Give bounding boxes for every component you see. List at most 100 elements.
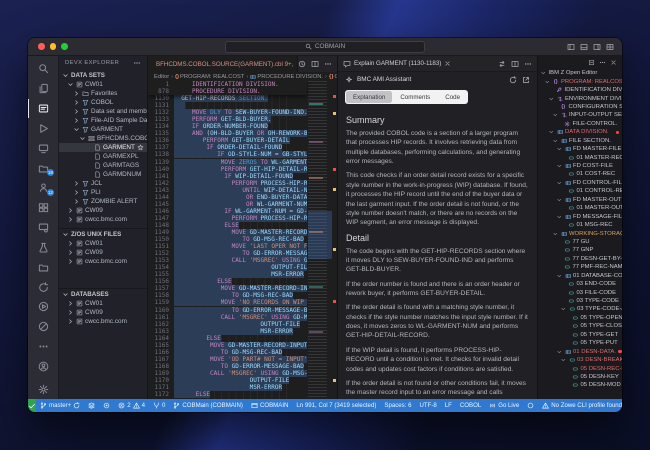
outline-item-03-end-code[interactable]: 03 END-CODE (538, 280, 622, 288)
activity-settings[interactable] (28, 379, 58, 399)
assistant-tab-title[interactable]: Explain GARMENT (1130-1183) (354, 60, 441, 67)
more-actions-icon[interactable] (133, 59, 141, 67)
breadcrumb-item[interactable]: Editor (154, 74, 169, 80)
outline-item-file-section-[interactable]: FILE SECTION. (538, 137, 622, 145)
line-number[interactable]: 1171 (148, 384, 174, 391)
code-line[interactable]: 1147PERFORM PROCESS-HIP-RECORD (148, 215, 307, 222)
line-number[interactable]: 1141 (148, 173, 174, 180)
minimap[interactable] (308, 81, 332, 399)
breadcrumb-item[interactable]: {}GET-HIP-RECORDS (329, 74, 337, 80)
split-editor-icon[interactable] (511, 60, 519, 68)
outline-item-program-realcost[interactable]: ()PROGRAM: REALCOST (538, 77, 622, 85)
line-number[interactable]: 1130 (148, 95, 174, 102)
status-indicator-layers[interactable] (88, 402, 95, 409)
activity-run-tasks[interactable] (28, 297, 58, 317)
outline-item-input-output-section-[interactable]: INPUT-OUTPUT SECTION. (538, 111, 622, 119)
line-number[interactable]: 1163 (148, 328, 174, 335)
activity-devx-explorer[interactable] (28, 99, 58, 119)
open-external-icon[interactable] (522, 76, 530, 84)
code-line[interactable]: 1146IF WL-GARMENT-NUM = GD-LAST-GARMENT (148, 208, 307, 215)
line-number[interactable]: 1159 (148, 299, 174, 306)
line-number[interactable]: 1165 (148, 342, 174, 349)
code-line[interactable]: 1155MSR-ERROR (148, 271, 307, 278)
code-line[interactable]: 1158TO GD-MSG-REC-BAD (148, 292, 307, 299)
tree-item-cwcc-bmc-com[interactable]: cwcc.bmc.com (59, 317, 147, 326)
code-line[interactable]: 1159MOVE 'NO RECORDS ON WIP SEGMENT' (148, 299, 307, 306)
compare-icon[interactable] (498, 60, 506, 68)
line-number[interactable]: 1149 (148, 229, 174, 236)
status-zowe-warning[interactable]: No Zowe CLI profile found. (542, 402, 622, 409)
line-number[interactable]: 878 (148, 88, 174, 95)
line-number[interactable]: 1157 (148, 285, 174, 292)
outline-item-05-desn-key[interactable]: 05 DESN-KEY (538, 373, 622, 381)
code-line[interactable]: 1171MSR-ERROR (148, 384, 307, 391)
status-cursor-position[interactable]: Ln 991, Col 7 (3419 selected) (296, 402, 376, 409)
close-button[interactable] (38, 43, 45, 50)
line-number[interactable]: 1144 (148, 194, 174, 201)
tree-item-zombie-alert[interactable]: ZOMBIE ALERT (59, 197, 147, 206)
window-controls[interactable] (38, 43, 68, 50)
outline-item-03-type-code[interactable]: 03 TYPE-CODE (538, 297, 622, 305)
code-line[interactable]: 1162OUTPUT-FILE (148, 321, 307, 328)
line-number[interactable]: 1 (148, 81, 174, 88)
outline-item-01-control-rec[interactable]: 01 CONTROL-REC (538, 187, 622, 195)
activity-search[interactable] (28, 59, 58, 79)
pane-title[interactable]: DATABASES (59, 289, 147, 299)
minimize-button[interactable] (50, 43, 57, 50)
activity-extensions[interactable] (28, 198, 58, 218)
status-session[interactable]: COBMAIN (251, 402, 288, 409)
code-line[interactable]: 1144OR END-BUYER-DATA-BASE (148, 194, 307, 201)
command-center-search[interactable]: COBMAIN (225, 41, 425, 53)
activity-run-debug[interactable] (28, 118, 58, 138)
layout-right-icon[interactable] (593, 43, 601, 51)
code-line[interactable]: 1161CALL 'MSGREC' USING GD-MSG-REC-BAD (148, 314, 307, 321)
status-indicator-target[interactable] (103, 402, 110, 409)
outline-item-05-type-get[interactable]: 05 TYPE-GET (538, 331, 622, 339)
line-number[interactable]: 1140 (148, 166, 174, 173)
close-icon[interactable] (610, 59, 617, 66)
code-line[interactable]: 1167MOVE 'OD PART# NOT = INPUT' (148, 356, 307, 363)
code-line[interactable]: 1172ELSE (148, 391, 307, 398)
line-number[interactable]: 1167 (148, 356, 174, 363)
tree-item-garmexpl[interactable]: GARMEXPL (59, 152, 147, 161)
activity-testing[interactable] (28, 237, 58, 257)
more-actions-icon[interactable] (599, 59, 606, 66)
outline-item-fd-message-file[interactable]: FD MESSAGE-FILE (538, 212, 622, 220)
code-line[interactable]: 1133PERFORM GET-BLD-BUYER. (148, 116, 307, 123)
code-line[interactable]: 1170OUTPUT-FILE (148, 377, 307, 384)
remote-indicator[interactable] (28, 399, 36, 412)
outline-item-05-type-open[interactable]: 05 TYPE-OPEN (538, 314, 622, 322)
code-line[interactable]: 1135AND (OH-BLD-BUYER OR OH-REWORK-BUYER… (148, 130, 307, 137)
outline-item-configuration-section-[interactable]: ()CONFIGURATION SECTION. (538, 103, 622, 111)
layout-panel-icon[interactable] (580, 43, 588, 51)
assistant-tab-code[interactable]: Code (438, 91, 467, 103)
code-line[interactable]: 1148ELSE (148, 222, 307, 229)
activity-explorer[interactable] (28, 79, 58, 99)
line-number[interactable]: 1160 (148, 307, 174, 314)
line-number[interactable]: 1153 (148, 257, 174, 264)
outline-item-77-gnp[interactable]: 77 GNP (538, 246, 622, 254)
outline-item-01-cost-rec[interactable]: 01 COST-REC (538, 170, 622, 178)
tree-item-garmdnum[interactable]: GARMDNUM (59, 170, 147, 179)
line-number[interactable]: 1131 (148, 102, 174, 109)
code-line[interactable]: 1132MOVE DLY TO SEW-BUYER-FOUND-IND. (148, 109, 307, 116)
line-number[interactable]: 1162 (148, 321, 174, 328)
close-icon[interactable] (444, 60, 451, 67)
outline-item-working-storage-sec-[interactable]: WORKING-STORAGE SEC... (538, 229, 622, 237)
layout-custom-icon[interactable] (606, 43, 614, 51)
tree-item-data-set-and-member[interactable]: Data set and member (59, 107, 147, 116)
code-line[interactable]: 1157MOVE GD-MASTER-RECORD-INPUT (148, 285, 307, 292)
line-number[interactable]: 1166 (148, 349, 174, 356)
outline-item-03-desn-breakdown-[interactable]: 03 DESN-BREAKDOWN. (538, 356, 622, 364)
line-number[interactable]: 1152 (148, 250, 174, 257)
activity-account[interactable] (28, 356, 58, 376)
assistant-tab-explanation[interactable]: Explanation (346, 91, 392, 103)
tree-item-cwcc-bmc-com[interactable]: cwcc.bmc.com (59, 215, 147, 224)
code-line[interactable]: 1168TO GD-ERROR-MESSAGE-BAD (148, 363, 307, 370)
code-line[interactable]: 1151MOVE 'LAST OPER NOT FOUND' (148, 243, 307, 250)
line-number[interactable]: 1135 (148, 130, 174, 137)
status-eol[interactable]: LF (445, 402, 452, 409)
code-line[interactable]: 1130GET-HIP-RECORDS SECTION. (148, 95, 307, 102)
more-actions-icon[interactable] (524, 60, 532, 68)
line-number[interactable]: 1172 (148, 391, 174, 398)
